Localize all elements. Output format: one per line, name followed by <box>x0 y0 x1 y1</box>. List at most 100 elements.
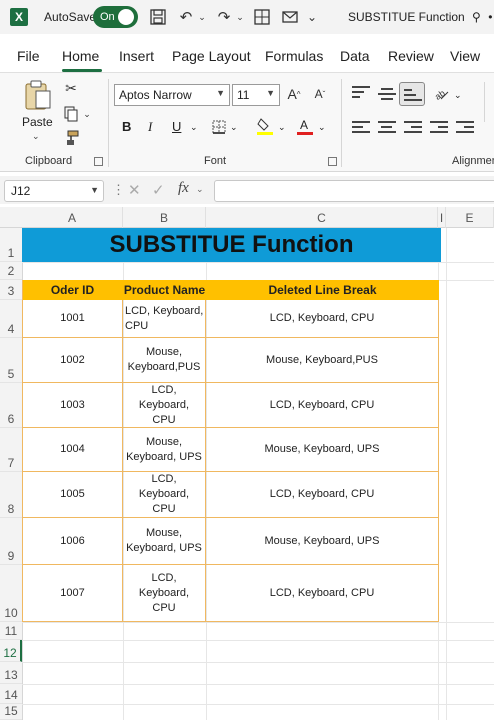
sheet-title-cell[interactable]: SUBSTITUE Function <box>22 228 441 262</box>
row-header-7[interactable]: 7 <box>0 428 22 472</box>
row-header-1[interactable]: 1 <box>0 228 22 262</box>
row-header-8[interactable]: 8 <box>0 472 22 518</box>
tab-page-layout[interactable]: Page Layout <box>172 48 251 64</box>
row-header-6[interactable]: 6 <box>0 383 22 428</box>
borders-menu-icon[interactable] <box>210 118 228 136</box>
cell-order-id[interactable]: 1002 <box>23 338 123 383</box>
column-header-a[interactable]: A <box>22 207 123 228</box>
function-dropdown-icon[interactable]: ⌄ <box>196 184 204 195</box>
align-right-icon[interactable] <box>404 121 422 135</box>
cell-product-name[interactable]: Mouse, Keyboard, UPS <box>123 518 206 565</box>
row-header-15[interactable]: 15 <box>0 704 22 720</box>
cell-order-id[interactable]: 1006 <box>23 518 123 565</box>
cell-deleted-line-break[interactable]: LCD, Keyboard, CPU <box>206 300 439 338</box>
enter-icon[interactable]: ✓ <box>152 181 165 199</box>
undo-icon[interactable]: ↶ <box>176 6 196 28</box>
font-name-select[interactable]: Aptos Narrow ▼ <box>114 84 230 106</box>
insert-function-icon[interactable]: fx <box>178 180 189 197</box>
decrease-indent-icon[interactable] <box>430 121 448 135</box>
font-color-dropdown-icon[interactable]: ⌄ <box>318 122 326 133</box>
format-painter-icon[interactable] <box>62 129 80 147</box>
borders-dropdown-icon[interactable]: ⌄ <box>230 122 238 133</box>
tab-formulas[interactable]: Formulas <box>265 48 323 64</box>
paste-dropdown-icon[interactable]: ⌄ <box>32 131 40 142</box>
paste-button[interactable]: Paste <box>22 115 53 129</box>
clipboard-launcher-icon[interactable] <box>94 157 103 166</box>
formula-input[interactable] <box>214 180 494 202</box>
cell-order-id[interactable]: 1003 <box>23 383 123 428</box>
cancel-icon[interactable]: ✕ <box>128 181 141 199</box>
cell-order-id[interactable]: 1004 <box>23 428 123 472</box>
increase-font-size-icon[interactable]: A ^ <box>286 85 302 103</box>
redo-icon[interactable]: ↷ <box>214 6 234 28</box>
underline-dropdown-icon[interactable]: ⌄ <box>190 122 198 133</box>
tab-file[interactable]: File <box>17 48 40 64</box>
paste-icon[interactable] <box>24 79 52 111</box>
row-header-4[interactable]: 4 <box>0 300 22 338</box>
cell-product-name[interactable]: Mouse, Keyboard, UPS <box>123 428 206 472</box>
column-header-b[interactable]: B <box>123 207 206 228</box>
cell-product-name[interactable]: LCD, Keyboard, CPU <box>123 300 206 338</box>
tab-home[interactable]: Home <box>62 48 99 64</box>
header-cell-order-id[interactable]: Oder ID <box>22 280 123 300</box>
cut-icon[interactable]: ✂ <box>62 79 80 97</box>
column-header-e[interactable]: E <box>446 207 494 228</box>
header-cell-product-name[interactable]: Product Name <box>123 280 206 300</box>
undo-dropdown-icon[interactable]: ⌄ <box>196 6 208 28</box>
font-launcher-icon[interactable] <box>328 157 337 166</box>
tab-review[interactable]: Review <box>388 48 434 64</box>
bold-button[interactable]: B <box>122 119 131 134</box>
redo-dropdown-icon[interactable]: ⌄ <box>234 6 246 28</box>
cell-deleted-line-break[interactable]: LCD, Keyboard, CPU <box>206 472 439 518</box>
middle-align-icon[interactable] <box>378 88 396 102</box>
cell-order-id[interactable]: 1001 <box>23 300 123 338</box>
autosave-toggle[interactable]: On <box>93 6 138 28</box>
font-size-select[interactable]: 11 ▼ <box>232 84 280 106</box>
row-header-3[interactable]: 3 <box>0 280 22 300</box>
cell-product-name[interactable]: LCD, Keyboard, CPU <box>123 472 206 518</box>
email-icon[interactable] <box>280 6 300 28</box>
increase-indent-icon[interactable] <box>456 121 474 135</box>
row-header-2[interactable]: 2 <box>0 262 22 280</box>
cell-deleted-line-break[interactable]: Mouse, Keyboard, UPS <box>206 428 439 472</box>
row-header-11[interactable]: 11 <box>0 622 22 640</box>
fill-color-dropdown-icon[interactable]: ⌄ <box>278 122 286 133</box>
cell-deleted-line-break[interactable]: LCD, Keyboard, CPU <box>206 383 439 428</box>
row-header-9[interactable]: 9 <box>0 518 22 565</box>
cell-product-name[interactable]: LCD, Keyboard, CPU <box>123 565 206 622</box>
column-header-c[interactable]: C <box>206 207 438 228</box>
top-align-icon[interactable] <box>352 86 370 100</box>
underline-button[interactable]: U <box>172 119 181 134</box>
share-icon[interactable]: ⚲ <box>472 10 481 24</box>
bottom-align-button[interactable] <box>399 82 425 106</box>
copy-dropdown-icon[interactable]: ⌄ <box>82 107 92 121</box>
orientation-icon[interactable]: ab <box>432 84 450 102</box>
borders-icon[interactable] <box>252 6 272 28</box>
tab-data[interactable]: Data <box>340 48 370 64</box>
row-header-5[interactable]: 5 <box>0 338 22 383</box>
fill-color-icon[interactable] <box>256 116 274 136</box>
header-cell-deleted-line-break[interactable]: Deleted Line Break <box>206 280 439 300</box>
cell-deleted-line-break[interactable]: LCD, Keyboard, CPU <box>206 565 439 622</box>
more-options-icon[interactable]: ⋮ <box>112 182 125 198</box>
row-header-12[interactable]: 12 <box>0 640 22 662</box>
cell-product-name[interactable]: Mouse, Keyboard,PUS <box>123 338 206 383</box>
align-center-icon[interactable] <box>378 121 396 135</box>
tab-insert[interactable]: Insert <box>119 48 154 64</box>
cell-order-id[interactable]: 1007 <box>23 565 123 622</box>
align-left-icon[interactable] <box>352 121 370 135</box>
orientation-dropdown-icon[interactable]: ⌄ <box>454 90 462 101</box>
cell-deleted-line-break[interactable]: Mouse, Keyboard, UPS <box>206 518 439 565</box>
font-color-icon[interactable]: A <box>296 116 314 136</box>
column-header-hidden[interactable]: I <box>438 207 446 228</box>
tab-view[interactable]: View <box>450 48 480 64</box>
cell-deleted-line-break[interactable]: Mouse, Keyboard,PUS <box>206 338 439 383</box>
copy-icon[interactable] <box>62 105 80 123</box>
save-icon[interactable] <box>148 6 168 28</box>
cell-product-name[interactable]: LCD, Keyboard, CPU <box>123 383 206 428</box>
cell-order-id[interactable]: 1005 <box>23 472 123 518</box>
row-header-10[interactable]: 10 <box>0 565 22 622</box>
row-header-13[interactable]: 13 <box>0 662 22 684</box>
italic-button[interactable]: I <box>148 119 152 135</box>
decrease-font-size-icon[interactable]: Aˇ <box>312 85 328 103</box>
